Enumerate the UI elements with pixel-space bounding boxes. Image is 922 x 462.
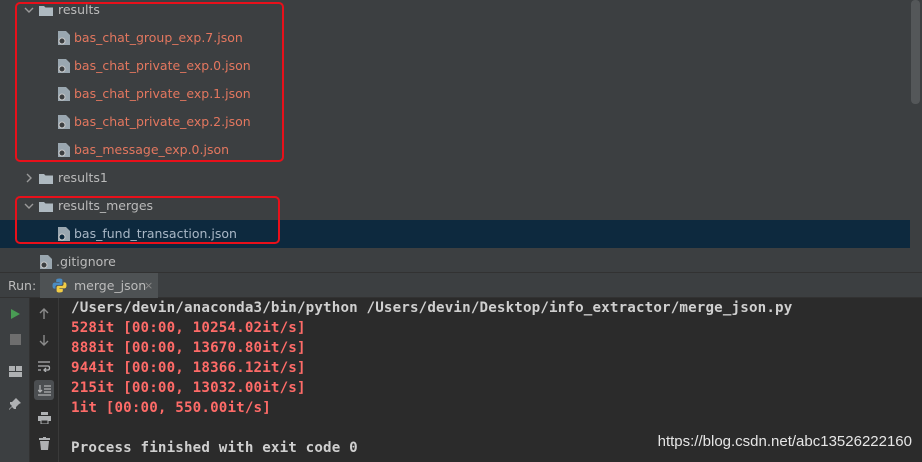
print-icon[interactable] — [34, 408, 54, 428]
python-icon — [52, 278, 67, 293]
console-progress-line: 1it [00:00, 550.00it/s] — [71, 400, 271, 416]
watermark-text: https://blog.csdn.net/abc13526222160 — [657, 433, 912, 450]
run-toolbar — [0, 298, 30, 462]
tree-file-row[interactable]: bas_chat_private_exp.1.json — [0, 80, 910, 108]
arrow-down-icon[interactable] — [34, 330, 54, 350]
console-progress-line: 528it [00:00, 10254.02it/s] — [71, 320, 306, 336]
gitignore-file-icon — [40, 255, 52, 269]
folder-icon — [39, 200, 53, 212]
chevron-down-icon[interactable] — [24, 5, 34, 15]
console-progress-line: 888it [00:00, 13670.80it/s] — [71, 340, 306, 356]
tree-file-row[interactable]: bas_message_exp.0.json — [0, 136, 910, 164]
scroll-to-end-icon[interactable] — [34, 380, 54, 400]
json-file-icon — [58, 87, 70, 101]
run-tool-window-header: Run: merge_json × — [0, 272, 922, 298]
tree-file-row[interactable]: bas_chat_private_exp.0.json — [0, 52, 910, 80]
console-progress-line: 944it [00:00, 18366.12it/s] — [71, 360, 306, 376]
folder-icon — [39, 172, 53, 184]
tree-folder-results[interactable]: results — [0, 0, 910, 24]
tree-folder-results1[interactable]: results1 — [0, 164, 910, 192]
tree-file-row[interactable]: bas_chat_private_exp.2.json — [0, 108, 910, 136]
tree-folder-label: results_merges — [58, 198, 154, 213]
tree-file-row[interactable]: .gitignore — [0, 248, 910, 272]
folder-icon — [39, 4, 53, 16]
json-file-icon — [58, 59, 70, 73]
pin-icon[interactable] — [5, 394, 25, 414]
soft-wrap-icon[interactable] — [34, 356, 54, 376]
tree-file-label: bas_chat_private_exp.0.json — [74, 58, 251, 73]
json-file-icon — [58, 143, 70, 157]
trash-icon[interactable] — [34, 433, 54, 453]
tree-file-row-selected[interactable]: bas_fund_transaction.json — [0, 220, 910, 248]
chevron-down-icon[interactable] — [24, 201, 34, 211]
json-file-icon — [58, 227, 70, 241]
tree-file-label: bas_chat_group_exp.7.json — [74, 30, 243, 45]
layout-icon[interactable] — [5, 361, 25, 381]
tree-file-label: bas_chat_private_exp.2.json — [74, 114, 251, 129]
tree-file-label: bas_chat_private_exp.1.json — [74, 86, 251, 101]
tree-folder-label: results1 — [58, 170, 108, 185]
tree-file-row[interactable]: bas_chat_group_exp.7.json — [0, 24, 910, 52]
run-label: Run: — [8, 278, 37, 293]
tree-file-label: bas_message_exp.0.json — [74, 142, 230, 157]
run-tab[interactable]: merge_json × — [40, 273, 158, 298]
console-progress-line: 215it [00:00, 13032.00it/s] — [71, 380, 306, 396]
close-tab-icon[interactable]: × — [144, 279, 153, 292]
rerun-icon[interactable] — [5, 304, 25, 324]
console-toolbar — [30, 298, 59, 462]
tree-scrollbar[interactable] — [911, 0, 920, 104]
run-tab-label: merge_json — [74, 278, 147, 293]
tree-folder-label: results — [58, 2, 100, 17]
tree-folder-results-merges[interactable]: results_merges — [0, 192, 910, 220]
project-tree: results bas_chat_group_exp.7.json bas_ch… — [0, 0, 922, 272]
stop-icon[interactable] — [5, 329, 25, 349]
tree-file-label: bas_fund_transaction.json — [74, 226, 237, 241]
json-file-icon — [58, 115, 70, 129]
console-command-line: /Users/devin/anaconda3/bin/python /Users… — [71, 300, 793, 316]
tree-file-label: .gitignore — [56, 254, 116, 269]
chevron-right-icon[interactable] — [24, 173, 34, 183]
console-exit-message: Process finished with exit code 0 — [71, 440, 358, 456]
json-file-icon — [58, 31, 70, 45]
arrow-up-icon[interactable] — [34, 304, 54, 324]
